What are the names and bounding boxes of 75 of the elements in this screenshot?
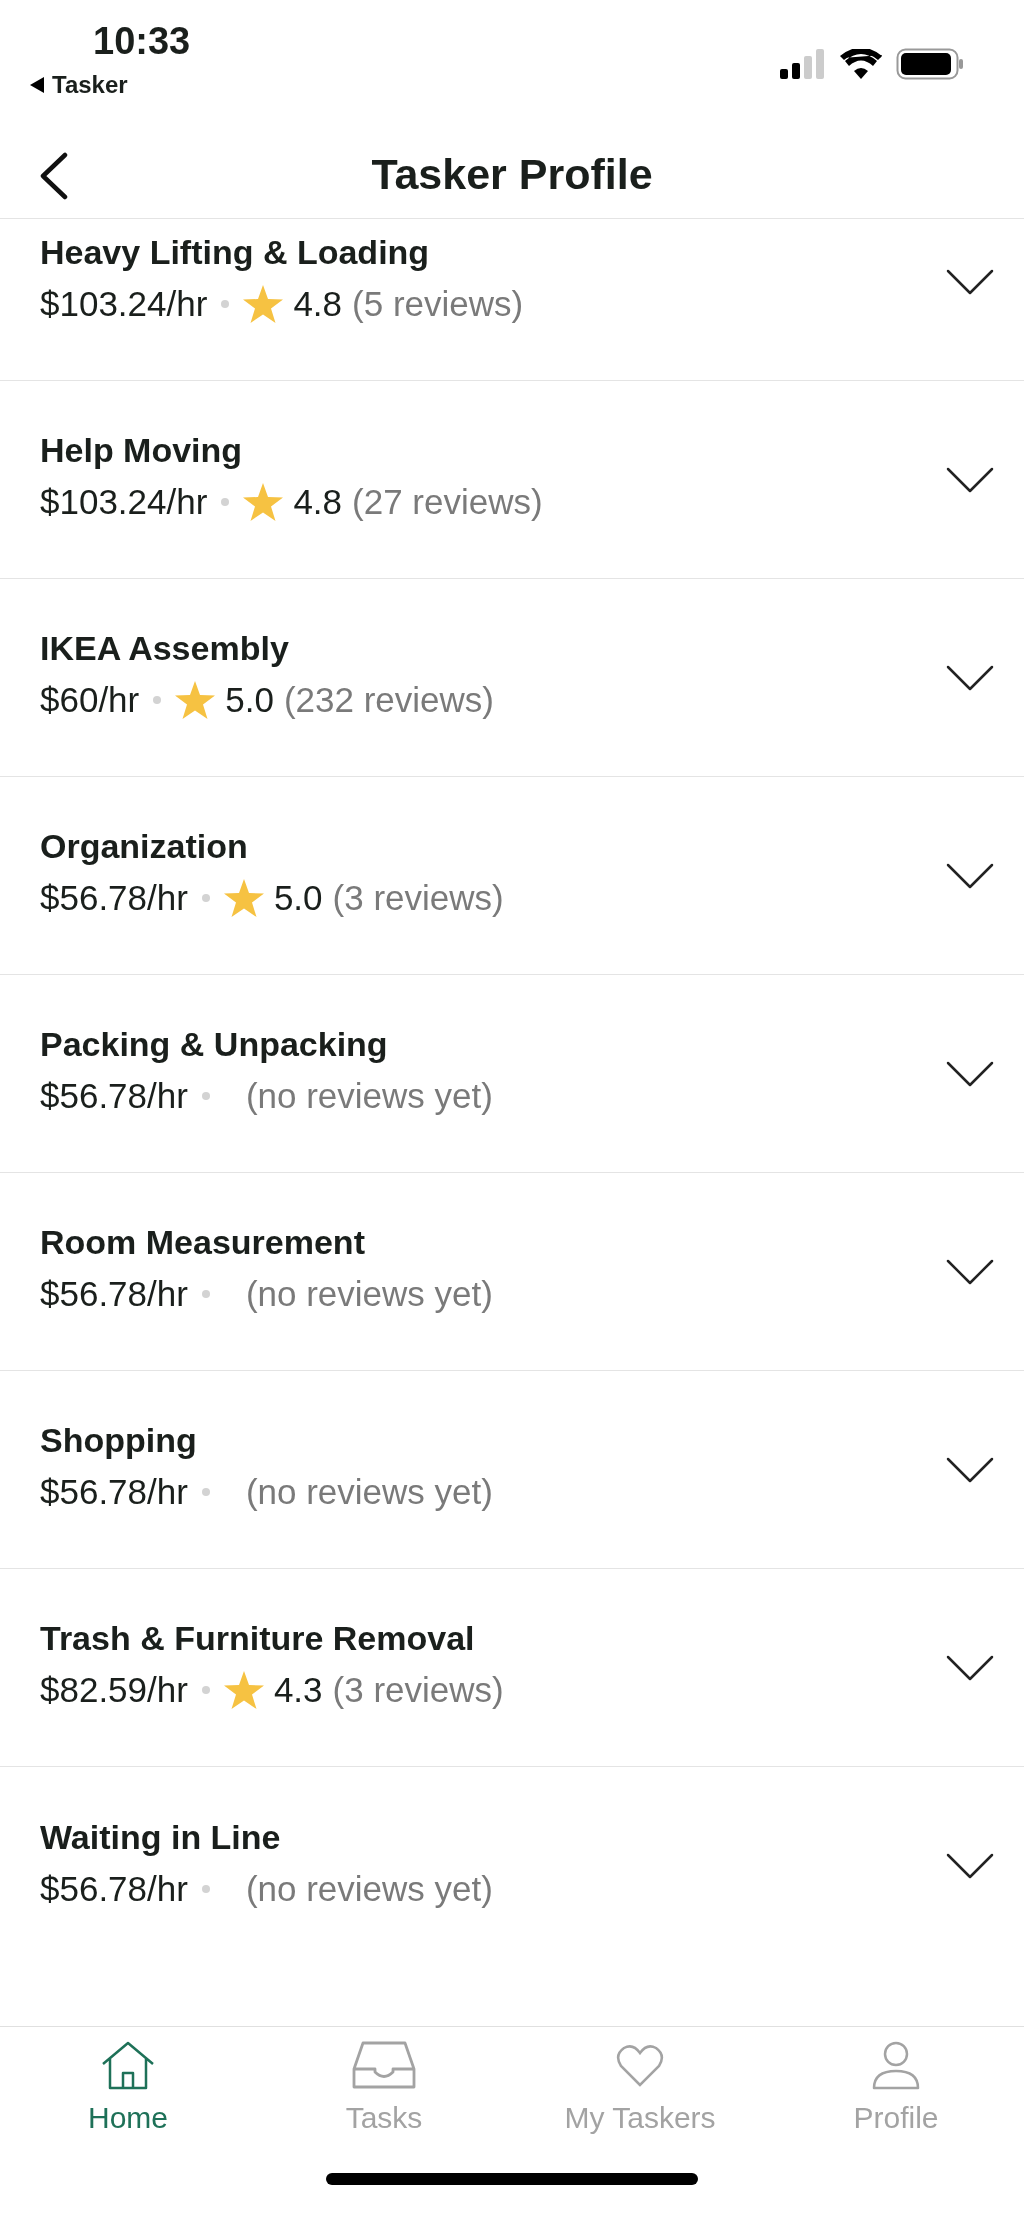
tab-bar-item[interactable]: Home [0, 2041, 256, 2135]
review-count: (no reviews yet) [245, 1868, 493, 1909]
skill-name: Shopping [40, 1421, 198, 1460]
star-icon [243, 483, 284, 521]
inbox-tray-icon [351, 2041, 417, 2091]
rating-value: 4.8 [293, 482, 343, 522]
chevron-down-icon[interactable] [946, 862, 994, 889]
chevron-down-icon[interactable] [946, 268, 994, 295]
skill-name: Trash & Furniture Removal [40, 1619, 476, 1658]
separator-dot [201, 1884, 210, 1893]
separator-dot [201, 1488, 210, 1496]
rating-value: 5.0 [273, 878, 323, 918]
rating-value: 4.8 [293, 284, 343, 324]
chevron-down-icon[interactable] [946, 664, 994, 691]
chevron-down-icon[interactable] [946, 466, 994, 493]
page-title: Tasker Profile [371, 149, 653, 199]
separator-dot [221, 300, 230, 308]
star-icon [223, 879, 264, 917]
wifi-icon [840, 49, 882, 79]
review-count: (27 reviews) [352, 482, 543, 522]
skill-name: IKEA Assembly [40, 629, 290, 668]
chevron-down-icon[interactable] [946, 1258, 994, 1285]
skill-name: Packing & Unpacking [40, 1025, 389, 1064]
hourly-rate: $103.24/hr [40, 482, 208, 522]
rating-value: 4.3 [273, 1670, 323, 1710]
skill-name: Organization [40, 827, 249, 866]
back-to-app-link[interactable]: Tasker [30, 71, 191, 99]
star-icon [223, 1671, 264, 1709]
hourly-rate: $56.78/hr [40, 878, 188, 918]
skill-row[interactable]: Shopping $56.78/hr (no reviews yet) [0, 1371, 1024, 1569]
review-count: (no reviews yet) [245, 1076, 493, 1116]
review-count: (no reviews yet) [245, 1274, 493, 1314]
separator-dot [201, 1686, 210, 1694]
separator-dot [201, 1092, 210, 1100]
signal-icon [780, 49, 826, 79]
skill-row[interactable]: Packing & Unpacking $56.78/hr (no reviews yet) [0, 975, 1024, 1173]
back-arrow-icon [30, 77, 44, 93]
skill-row[interactable]: Help Moving $103.24/hr 4.8 (27 reviews) [0, 381, 1024, 579]
star-icon [243, 285, 284, 323]
person-icon [872, 2041, 920, 2091]
battery-icon [896, 48, 964, 80]
skill-name: Waiting in Line [40, 1817, 282, 1857]
skill-row[interactable]: IKEA Assembly $60/hr 5.0 (232 reviews) [0, 579, 1024, 777]
skill-name: Heavy Lifting & Loading [40, 233, 431, 272]
review-count: (5 reviews) [352, 284, 524, 324]
hourly-rate: $103.24/hr [40, 284, 208, 324]
skill-row[interactable]: Room Measurement $56.78/hr (no reviews yet) [0, 1173, 1024, 1371]
star-icon [175, 681, 216, 719]
chevron-down-icon[interactable] [946, 1060, 994, 1087]
review-count: (no reviews yet) [245, 1472, 493, 1512]
chevron-down-icon[interactable] [946, 1456, 994, 1483]
home-icon [100, 2041, 156, 2091]
hourly-rate: $56.78/hr [40, 1274, 188, 1314]
status-time: 10:33 [93, 20, 191, 63]
chevron-down-icon[interactable] [946, 1654, 994, 1681]
separator-dot [221, 498, 230, 506]
skill-row[interactable]: Trash & Furniture Removal $82.59/hr 4.3 (3 reviews) [0, 1569, 1024, 1767]
separator-dot [153, 696, 162, 704]
skill-name: Help Moving [40, 431, 244, 470]
skill-row[interactable]: Organization $56.78/hr 5.0 (3 reviews) [0, 777, 1024, 975]
separator-dot [201, 1290, 210, 1298]
hourly-rate: $60/hr [40, 680, 140, 720]
hourly-rate: $56.78/hr [40, 1868, 188, 1909]
skill-name: Room Measurement [40, 1223, 366, 1262]
skill-row[interactable]: Waiting in Line $56.78/hr (no reviews yet) [0, 1767, 1024, 1965]
hourly-rate: $56.78/hr [40, 1472, 188, 1512]
review-count: (3 reviews) [332, 878, 504, 918]
hourly-rate: $56.78/hr [40, 1076, 188, 1116]
review-count: (3 reviews) [332, 1670, 504, 1710]
chevron-down-icon[interactable] [946, 1853, 994, 1879]
skill-row[interactable]: Heavy Lifting & Loading $103.24/hr 4.8 (5 reviews) [0, 219, 1024, 381]
rating-value: 5.0 [225, 680, 274, 720]
hourly-rate: $82.59/hr [40, 1670, 188, 1710]
review-count: (232 reviews) [283, 680, 494, 720]
separator-dot [201, 894, 210, 902]
